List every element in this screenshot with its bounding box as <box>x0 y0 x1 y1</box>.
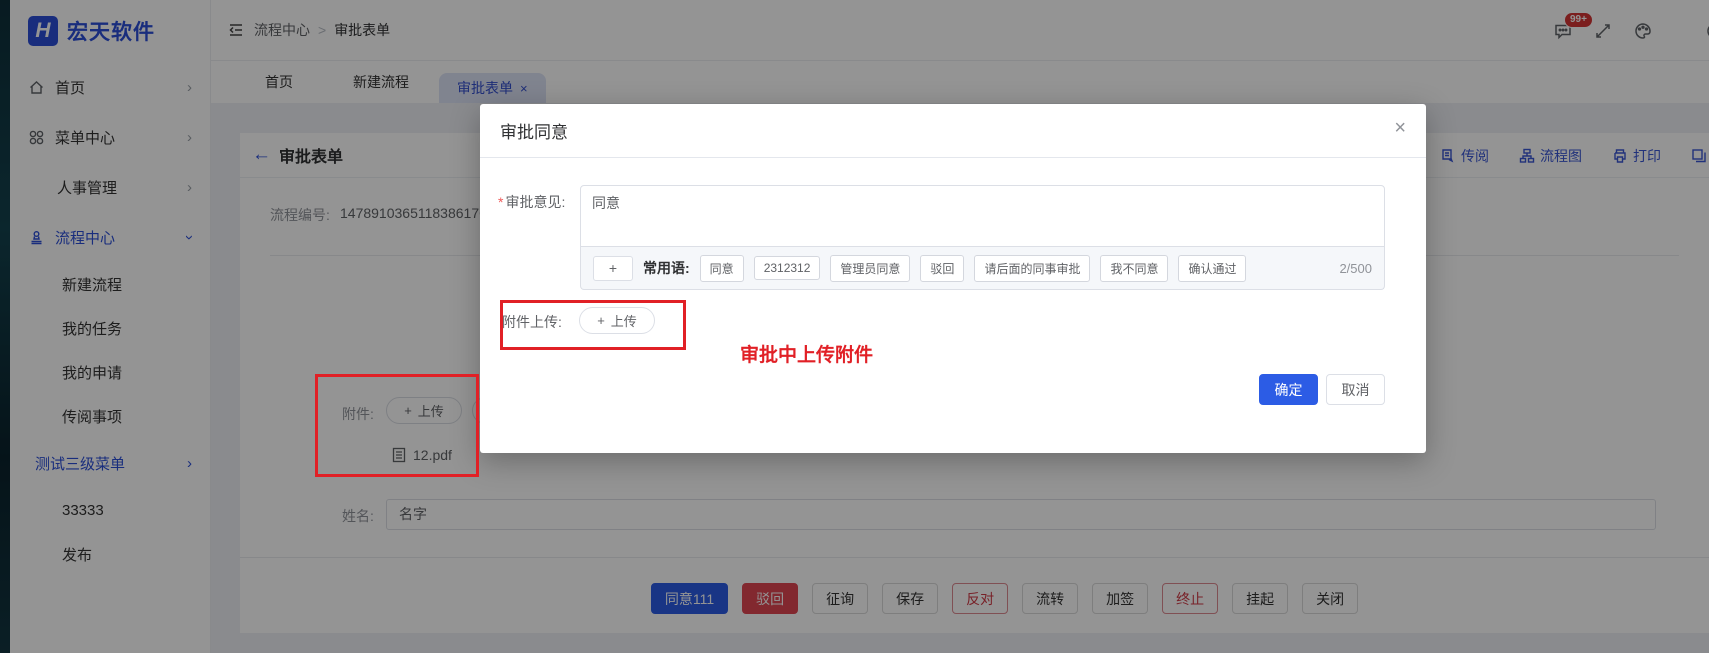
annotation-text: 审批中上传附件 <box>740 340 873 367</box>
phrase-chip[interactable]: 驳回 <box>920 255 964 282</box>
phrase-chip[interactable]: 请后面的同事审批 <box>974 255 1090 282</box>
modal-upload-label: 附件上传: <box>502 312 562 332</box>
opinion-label-text: 审批意见: <box>505 194 565 210</box>
add-phrase-button[interactable]: + <box>593 256 633 281</box>
phrase-chip[interactable]: 管理员同意 <box>830 255 910 282</box>
common-phrases-bar: + 常用语: 同意 2312312 管理员同意 驳回 请后面的同事审批 我不同意… <box>580 247 1385 290</box>
cancel-button[interactable]: 取消 <box>1326 374 1385 405</box>
plus-icon: + <box>597 313 605 328</box>
modal-header: 审批同意 × <box>480 104 1426 158</box>
char-counter: 2/500 <box>1339 261 1372 276</box>
close-icon[interactable]: × <box>1394 118 1406 138</box>
opinion-textarea[interactable]: 同意 <box>580 185 1385 247</box>
phrase-chip[interactable]: 同意 <box>700 255 744 282</box>
required-mark: * <box>498 194 503 210</box>
phrase-chip[interactable]: 我不同意 <box>1100 255 1168 282</box>
common-phrases-label: 常用语: <box>643 258 690 278</box>
approval-agree-modal: 审批同意 × *审批意见: 同意 + 常用语: 同意 2312312 管理员同意… <box>480 104 1426 453</box>
phrase-chip[interactable]: 确认通过 <box>1178 255 1246 282</box>
upload-button-label: 上传 <box>611 311 637 330</box>
phrase-chip[interactable]: 2312312 <box>754 256 821 280</box>
modal-title: 审批同意 <box>500 118 568 143</box>
modal-upload-button[interactable]: + 上传 <box>579 307 655 334</box>
opinion-field-label: *审批意见: <box>498 192 565 212</box>
confirm-button[interactable]: 确定 <box>1259 374 1318 405</box>
